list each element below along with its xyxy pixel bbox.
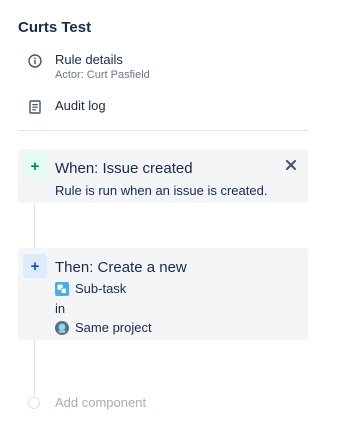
trigger-plus-icon[interactable]: +	[23, 154, 47, 178]
audit-log-label: Audit log	[55, 98, 106, 113]
document-icon	[26, 98, 44, 116]
project-label: Same project	[75, 320, 152, 335]
issue-type-label: Sub-task	[75, 281, 127, 296]
project-avatar-icon	[55, 320, 69, 335]
action-connector-text: in	[55, 301, 66, 316]
trigger-description: Rule is run when an issue is created.	[55, 183, 268, 198]
rule-details-actor: Actor: Curt Pasfield	[55, 69, 150, 81]
add-component-button[interactable]: Add component	[28, 395, 146, 410]
nav-item-rule-details[interactable]: Rule details Actor: Curt Pasfield	[26, 52, 150, 83]
action-card[interactable]: + Then: Create a new Sub-task in Same pr…	[18, 248, 308, 340]
rule-details-label: Rule details	[55, 52, 123, 67]
add-component-label: Add component	[55, 395, 147, 410]
page-title: Curts Test	[18, 19, 92, 36]
trigger-card[interactable]: + When: Issue created Rule is run when a…	[18, 149, 308, 203]
close-icon[interactable]	[284, 158, 298, 172]
action-issue-type: Sub-task	[55, 281, 126, 296]
nav-item-audit-log[interactable]: Audit log	[26, 98, 106, 116]
action-project: Same project	[55, 320, 152, 335]
subtask-icon	[55, 281, 69, 296]
action-title: Then: Create a new	[55, 259, 187, 276]
trigger-title: When: Issue created	[55, 160, 193, 177]
action-plus-icon[interactable]: +	[23, 254, 47, 278]
divider	[18, 130, 308, 131]
info-icon	[26, 52, 44, 70]
add-component-dot-icon	[28, 396, 40, 409]
